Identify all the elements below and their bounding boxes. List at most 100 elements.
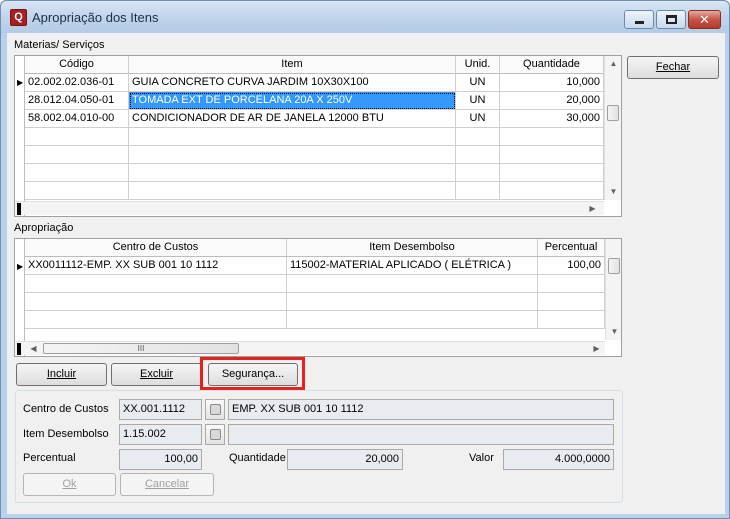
quantidade-field[interactable]: 20,000 [287,449,403,470]
close-button[interactable]: ✕ [688,10,721,29]
table-cell-desembolso[interactable]: 115002-MATERIAL APLICADO ( ELÉTRICA ) [287,257,538,275]
materials-grid[interactable]: Código Item Unid. Quantidade 02.002.02.0… [14,55,622,217]
desembolso-desc-field[interactable] [228,424,614,445]
scroll-thumb[interactable] [608,258,620,274]
empty-cell [25,128,129,146]
column-header-percentual[interactable]: Percentual [538,239,605,257]
table-cell-qty[interactable]: 30,000 [500,110,604,128]
cancelar-label: Cancelar [144,478,190,490]
scroll-left-icon[interactable]: ◀ [25,344,42,353]
empty-cell [456,182,500,200]
scroll-right-icon[interactable]: ▶ [584,204,601,213]
table-cell-qty[interactable]: 10,000 [500,74,604,92]
table-cell-item[interactable]: GUIA CONCRETO CURVA JARDIM 10X30X100 [129,74,456,92]
ok-label: Ok [62,478,77,490]
cancelar-button[interactable]: Cancelar [120,473,214,496]
incluir-button[interactable]: Incluir [16,363,107,386]
scroll-down-icon[interactable]: ▼ [605,187,621,196]
empty-cell [456,146,500,164]
empty-cell [538,311,605,329]
client-area: Materias/ Serviços Código Item Unid. Qua… [7,33,725,514]
table-cell-code[interactable]: 28.012.04.050-01 [25,92,129,110]
apropriacao-grid[interactable]: Centro de Custos Item Desembolso Percent… [14,238,622,357]
quantidade-label: Quantidade [229,452,286,464]
horizontal-scroll-thumb[interactable]: III [43,343,239,354]
title-bar[interactable]: Q Apropriação dos Itens ✕ [1,1,729,33]
horizontal-scrollbar[interactable]: ▶ [15,201,604,215]
empty-cell [287,311,538,329]
column-header-item-desembolso[interactable]: Item Desembolso [287,239,538,257]
maximize-icon [665,15,677,24]
table-cell-qty[interactable]: 20,000 [500,92,604,110]
vertical-scrollbar[interactable]: ▲ ▼ [604,56,621,200]
close-icon: ✕ [699,11,710,27]
empty-cell [538,293,605,311]
minimize-button[interactable] [624,10,654,29]
table-cell-unit[interactable]: UN [456,92,500,110]
highlight-box [200,357,305,390]
empty-cell [500,182,604,200]
empty-cell [287,275,538,293]
table-cell-code[interactable]: 58.002.04.010-00 [25,110,129,128]
column-header-item[interactable]: Item [129,56,456,74]
table-cell-code[interactable]: 02.002.02.036-01 [25,74,129,92]
desembolso-lookup-button[interactable] [205,424,225,445]
centro-code-field[interactable]: XX.001.1112 [119,399,202,420]
empty-cell [25,275,287,293]
empty-cell [456,164,500,182]
empty-cell [25,311,287,329]
excluir-label: Excluir [139,368,173,380]
valor-label: Valor [469,452,494,464]
empty-cell [500,164,604,182]
table-cell-item[interactable]: CONDICIONADOR DE AR DE JANELA 12000 BTU [129,110,456,128]
scroll-right-icon[interactable]: ▶ [588,344,605,353]
empty-cell [287,293,538,311]
empty-cell [25,293,287,311]
scroll-down-icon[interactable]: ▼ [606,327,621,336]
empty-cell [129,146,456,164]
percentual-field[interactable]: 100,00 [119,449,202,470]
row-header [15,239,25,356]
lookup-icon [210,404,221,415]
empty-cell [129,182,456,200]
table-cell-percentual[interactable]: 100,00 [538,257,605,275]
desembolso-label: Item Desembolso [23,428,109,440]
table-cell-centro[interactable]: XX0011112-EMP. XX SUB 001 10 1112 [25,257,287,275]
percentual-label: Percentual [23,452,76,464]
current-row-indicator-icon: ▶ [17,78,24,87]
desembolso-code-field[interactable]: 1.15.002 [119,424,202,445]
excluir-button[interactable]: Excluir [111,363,202,386]
scroll-thumb[interactable] [607,105,619,121]
empty-cell [25,182,129,200]
column-header-quantidade[interactable]: Quantidade [500,56,604,74]
empty-cell [500,146,604,164]
centro-desc-field[interactable]: EMP. XX SUB 001 10 1112 [228,399,614,420]
centro-label: Centro de Custos [23,403,109,415]
current-row-indicator-icon: ▶ [17,262,24,271]
valor-field[interactable]: 4.000,0000 [503,449,614,470]
column-header-codigo[interactable]: Código [25,56,129,74]
incluir-label: Incluir [46,368,77,380]
horizontal-scrollbar[interactable]: ◀ III ▶ [15,341,605,355]
lookup-icon [210,429,221,440]
close-form-button[interactable]: Fechar [627,56,719,79]
centro-lookup-button[interactable] [205,399,225,420]
materials-section-label: Materias/ Serviços [14,39,105,51]
table-cell-item-selected[interactable]: TOMADA EXT DE PORCELANA 20A X 250V [129,92,456,110]
fechar-label: Fechar [655,61,691,73]
maximize-button[interactable] [656,10,686,29]
empty-cell [456,128,500,146]
window: Q Apropriação dos Itens ✕ Materias/ Serv… [0,0,730,519]
empty-cell [538,275,605,293]
vertical-scrollbar[interactable]: ▼ [605,239,621,340]
column-header-unid[interactable]: Unid. [456,56,500,74]
scroll-up-icon[interactable]: ▲ [605,59,621,68]
ok-button[interactable]: Ok [23,473,116,496]
minimize-icon [634,20,644,24]
column-header-centro-de-custos[interactable]: Centro de Custos [25,239,287,257]
empty-cell [25,164,129,182]
app-logo-icon: Q [10,9,27,26]
table-cell-unit[interactable]: UN [456,74,500,92]
apropriacao-section-label: Apropriação [14,222,74,234]
table-cell-unit[interactable]: UN [456,110,500,128]
